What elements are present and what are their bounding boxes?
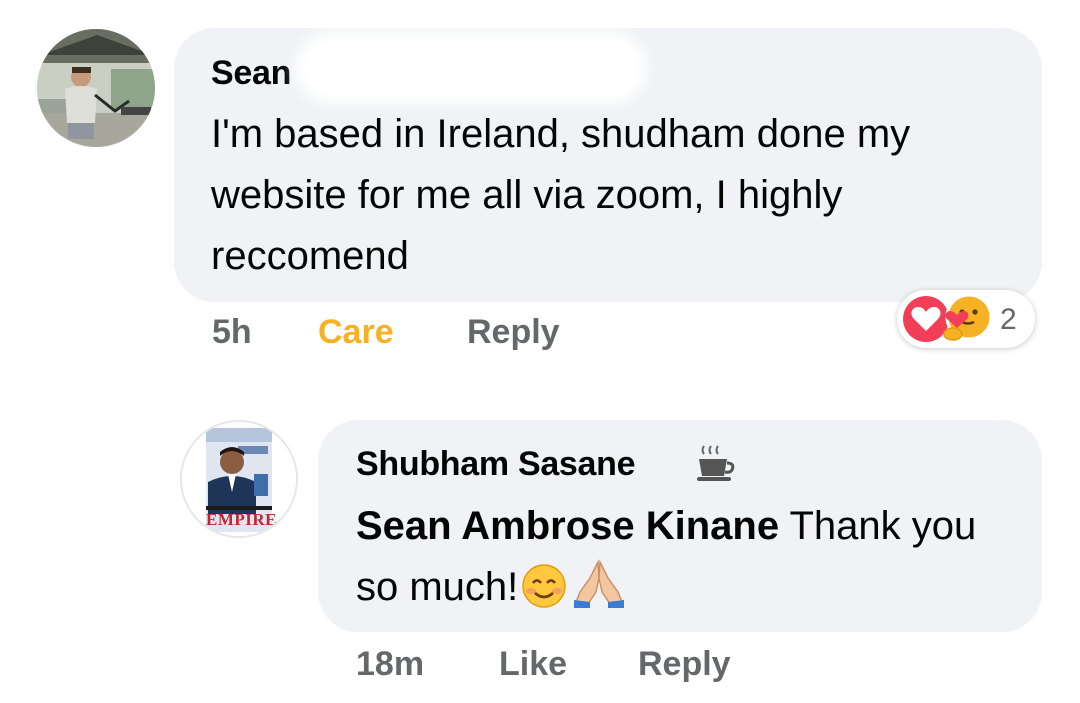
folded-hands-icon <box>574 559 625 608</box>
reaction-count: 2 <box>1000 303 1017 336</box>
comment-author-name[interactable]: Sean <box>211 54 291 93</box>
reply-to-reply-button[interactable]: Reply <box>638 645 731 684</box>
replier-avatar[interactable]: EMPIRE <box>180 420 298 538</box>
avatar-photo <box>37 29 155 147</box>
avatar-poster-text: EMPIRE <box>206 510 277 529</box>
mention-link[interactable]: Sean Ambrose Kinane <box>356 504 779 548</box>
care-reaction-button[interactable]: Care <box>318 313 394 352</box>
reply-author-name[interactable]: Shubham Sasane <box>356 445 636 484</box>
like-button[interactable]: Like <box>499 645 567 684</box>
coffee-cup-icon <box>697 445 735 481</box>
reply-button[interactable]: Reply <box>467 313 560 352</box>
reactions-summary[interactable]: 2 <box>897 290 1035 348</box>
redacted-name <box>305 42 637 94</box>
reply-text: Sean Ambrose Kinane Thank you so much! <box>356 496 1016 618</box>
smiling-face-icon <box>522 564 567 608</box>
comment-text: I'm based in Ireland, shudham done my we… <box>211 112 911 278</box>
commenter-avatar[interactable] <box>37 29 155 147</box>
comment-timestamp[interactable]: 5h <box>212 313 252 352</box>
care-reaction-icon <box>943 293 993 341</box>
reply-timestamp[interactable]: 18m <box>356 645 424 684</box>
